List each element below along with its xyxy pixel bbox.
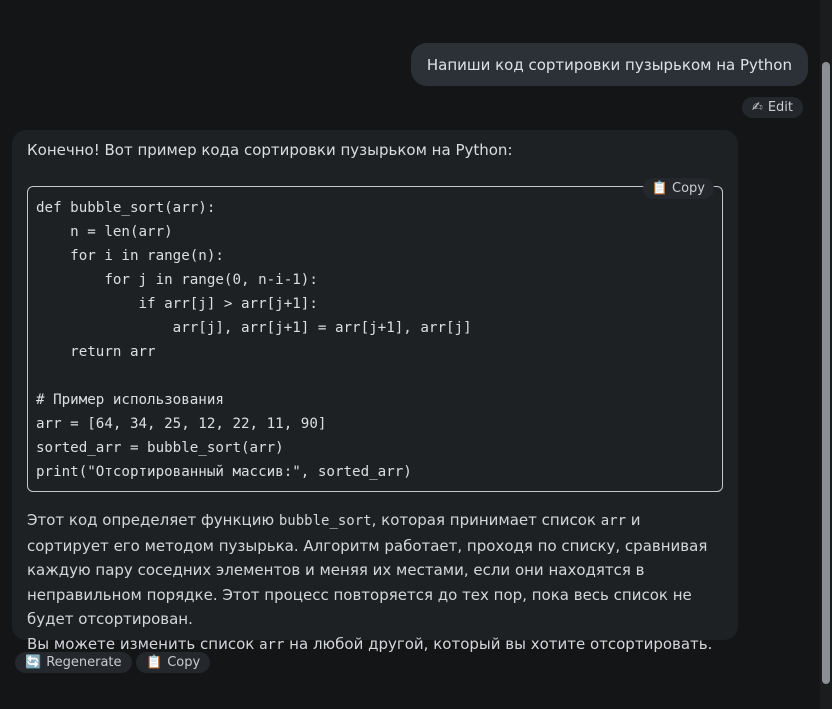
explanation-text: , которая принимает список: [371, 511, 601, 529]
vertical-scrollbar[interactable]: [820, 0, 832, 709]
explanation-text: Вы можете изменить список: [27, 634, 260, 653]
copy-message-label: Copy: [167, 655, 201, 670]
inline-code: bubble_sort: [278, 513, 372, 529]
writing-hand-icon: ✍: [751, 100, 763, 115]
assistant-message-bubble: Конечно! Вот пример кода сортировки пузы…: [12, 130, 738, 653]
clipboard-icon: 📋: [651, 181, 669, 196]
code-copy-label: Copy: [672, 181, 705, 196]
explanation-paragraph-2: Вы можете изменить список arr на любой д…: [27, 632, 727, 658]
assistant-explanation: Этот код определяет функцию bubble_sort,…: [27, 508, 727, 657]
edit-label: Edit: [767, 100, 793, 115]
regenerate-label: Regenerate: [46, 655, 122, 670]
edit-button[interactable]: ✍ Edit: [741, 97, 803, 118]
explanation-paragraph-1: Этот код определяет функцию bubble_sort,…: [27, 508, 727, 632]
explanation-text: на любой другой, который вы хотите отсор…: [284, 634, 713, 653]
regenerate-button[interactable]: 🔄 Regenerate: [15, 652, 132, 673]
user-message-text: Напиши код сортировки пузырьком на Pytho…: [426, 55, 792, 74]
code-block: 📋 Copy def bubble_sort(arr): n = len(arr…: [27, 178, 723, 492]
chat-page: Напиши код сортировки пузырьком на Pytho…: [0, 0, 832, 709]
refresh-icon: 🔄: [25, 655, 42, 670]
code-content: def bubble_sort(arr): n = len(arr) for i…: [36, 200, 472, 480]
inline-code: arr: [600, 513, 627, 529]
clipboard-icon: 📋: [146, 655, 163, 670]
user-message-bubble: Напиши код сортировки пузырьком на Pytho…: [410, 43, 808, 86]
copy-message-button[interactable]: 📋 Copy: [136, 652, 211, 673]
inline-code: arr: [259, 636, 285, 653]
explanation-text: Этот код определяет функцию: [27, 511, 279, 529]
assistant-intro-text: Конечно! Вот пример кода сортировки пузы…: [27, 141, 513, 159]
scrollbar-thumb[interactable]: [822, 62, 830, 684]
code-copy-button[interactable]: 📋 Copy: [642, 178, 714, 199]
